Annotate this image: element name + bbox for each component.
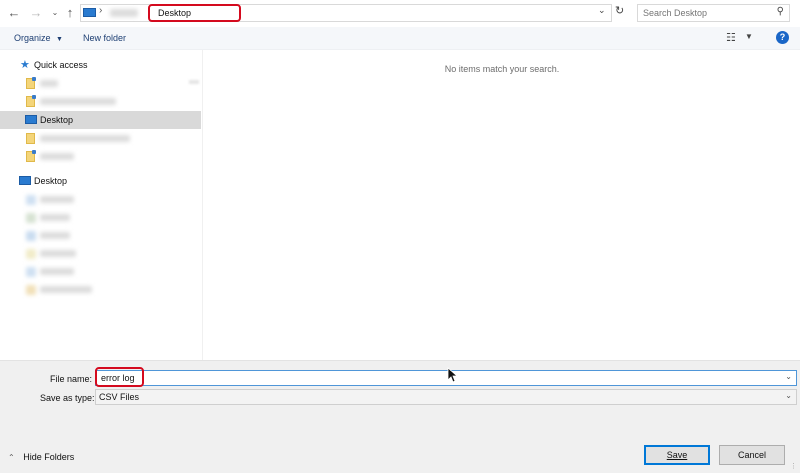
pinned-folder-icon	[26, 77, 36, 89]
cancel-button-label: Cancel	[737, 450, 766, 460]
recent-locations-chevron-icon[interactable]: ⌄	[48, 5, 62, 21]
search-icon[interactable]: ⚲	[777, 6, 784, 17]
view-dropdown-icon[interactable]: ▼	[745, 32, 753, 41]
breadcrumb-blurred[interactable]	[110, 9, 138, 17]
search-input[interactable]	[643, 7, 763, 19]
new-folder-label: New folder	[83, 33, 127, 43]
breadcrumb-desktop[interactable]: Desktop	[148, 4, 241, 22]
nav-desktop-child-3[interactable]	[0, 227, 201, 245]
item-name-blurred	[40, 268, 74, 275]
desktop-icon	[25, 115, 37, 124]
desktop-icon	[19, 176, 31, 185]
address-dropdown-icon[interactable]: ⌄	[598, 5, 606, 16]
save-button[interactable]: Save	[644, 445, 710, 465]
item-icon-blurred	[26, 285, 36, 295]
nav-pinned-folder-1[interactable]	[0, 75, 201, 93]
nav-pinned-folder-2[interactable]	[0, 93, 201, 111]
organize-label: Organize	[14, 33, 51, 43]
quick-access-label: Quick access	[34, 60, 88, 70]
save-button-label: Save	[666, 450, 688, 460]
folder-name-blurred	[40, 135, 130, 142]
item-name-blurred	[40, 286, 92, 293]
nav-quick-access[interactable]: ★ Quick access	[0, 56, 201, 74]
search-box[interactable]: ⚲	[637, 4, 790, 22]
quick-desktop-label: Desktop	[40, 115, 74, 125]
file-name-input[interactable]	[101, 372, 771, 384]
item-icon-blurred	[26, 213, 36, 223]
nav-pinned-folder-3[interactable]	[0, 130, 201, 148]
item-icon-blurred	[26, 249, 36, 259]
item-name-blurred	[40, 232, 70, 239]
folder-name-blurred	[40, 153, 74, 160]
nav-desktop-child-2[interactable]	[0, 209, 201, 227]
save-type-value: CSV Files	[99, 392, 140, 402]
nav-desktop-child-1[interactable]	[0, 191, 201, 209]
view-options-icon[interactable]: ☷	[726, 31, 736, 44]
resize-grip-icon[interactable]: ⋮	[790, 463, 798, 471]
save-type-label: Save as type:	[40, 393, 95, 403]
pinned-folder-icon	[26, 150, 36, 162]
navigation-pane: ★ Quick access Desktop Desktop	[0, 50, 203, 360]
breadcrumb-desktop-label: Desktop	[158, 8, 192, 18]
save-dialog-footer: File name: ⌄ Save as type: CSV Files ⌄ ⌃…	[0, 360, 800, 473]
save-type-select[interactable]: CSV Files ⌄	[95, 389, 797, 405]
desktop-label: Desktop	[34, 176, 68, 186]
file-list-area[interactable]: No items match your search.	[204, 50, 800, 360]
hide-folders-label: Hide Folders	[23, 452, 75, 462]
item-name-blurred	[40, 214, 70, 221]
folder-icon	[26, 133, 35, 144]
chevron-up-icon: ⌃	[8, 453, 15, 462]
item-icon-blurred	[26, 267, 36, 277]
nav-desktop-child-5[interactable]	[0, 263, 201, 281]
new-folder-button[interactable]: New folder	[83, 33, 126, 43]
hide-folders-toggle[interactable]: ⌃ Hide Folders	[8, 452, 74, 462]
folder-name-blurred	[40, 98, 116, 105]
help-icon[interactable]: ?	[776, 31, 789, 44]
folder-name-blurred	[40, 80, 58, 87]
organize-dropdown-icon: ▼	[56, 36, 63, 43]
forward-arrow-icon[interactable]: →	[29, 5, 43, 21]
file-name-box[interactable]: ⌄	[95, 370, 797, 386]
nav-desktop-child-4[interactable]	[0, 245, 201, 263]
pinned-folder-icon	[26, 95, 36, 107]
cancel-button[interactable]: Cancel	[719, 445, 785, 465]
item-icon-blurred	[26, 231, 36, 241]
breadcrumb-separator-icon: ›	[99, 5, 103, 16]
item-name-blurred	[40, 196, 74, 203]
back-arrow-icon[interactable]: ←	[7, 5, 21, 21]
mouse-cursor-icon	[447, 367, 459, 383]
file-name-label: File name:	[50, 374, 93, 384]
address-row: ← → ⌄ ↑ › Desktop ⌄ ↻ ⚲	[0, 0, 800, 27]
item-name-blurred	[40, 250, 76, 257]
empty-state-message: No items match your search.	[444, 64, 560, 74]
refresh-icon[interactable]: ↻	[615, 4, 624, 17]
star-icon: ★	[20, 59, 30, 71]
up-arrow-icon[interactable]: ↑	[63, 5, 77, 21]
nav-quick-desktop[interactable]: Desktop	[0, 111, 201, 129]
item-icon-blurred	[26, 195, 36, 205]
toolbar: Organize ▼ New folder ☷ ▼ ?	[0, 27, 800, 50]
save-type-dropdown-icon[interactable]: ⌄	[785, 391, 792, 400]
organize-button[interactable]: Organize ▼	[14, 33, 63, 43]
file-name-dropdown-icon[interactable]: ⌄	[785, 372, 792, 381]
nav-pinned-folder-4[interactable]	[0, 148, 201, 166]
nav-desktop[interactable]: Desktop	[0, 172, 201, 190]
this-pc-icon	[83, 8, 96, 17]
nav-desktop-child-6[interactable]	[0, 281, 201, 299]
